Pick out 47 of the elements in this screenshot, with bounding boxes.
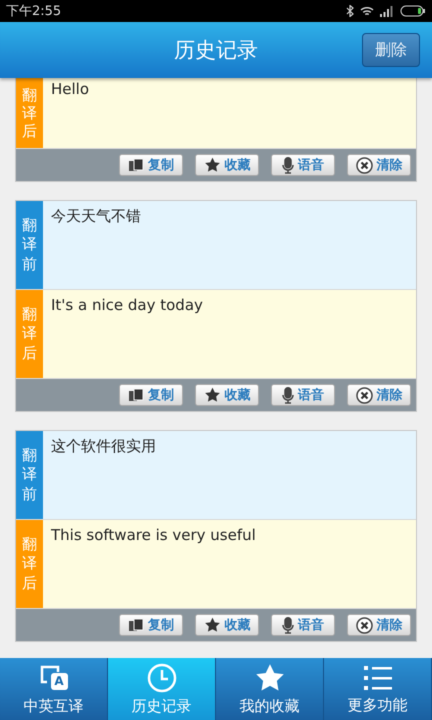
clock-icon [146,662,176,692]
section-label: 翻译后 [16,290,43,378]
clear-button[interactable]: 清除 [347,154,411,176]
voice-button[interactable]: 语音 [271,384,335,406]
section-label: 翻译前 [16,201,43,289]
microphone-icon [282,616,294,634]
star-icon [204,387,220,403]
voice-button[interactable]: 语音 [271,614,335,636]
copy-button[interactable]: 复制 [119,384,183,406]
section-label: 翻译后 [16,78,43,148]
copy-button[interactable]: 复制 [119,614,183,636]
copy-icon [128,158,144,172]
signal-icon [380,6,394,16]
source-text: 今天天气不错 [43,201,416,289]
bluetooth-icon [346,5,354,17]
nav-tab[interactable]: 更多功能 [324,658,432,720]
nav-tab[interactable]: 我的收藏 [216,658,324,720]
translated-text: It's a nice day today [43,290,416,378]
nav-tab[interactable]: 历史记录 [108,658,216,720]
close-icon [356,386,372,404]
translated-text: This software is very useful [43,520,416,608]
copy-icon [128,618,144,632]
section-label: 翻译前 [16,431,43,519]
close-icon [356,616,372,634]
source-text: 这个软件很实用 [43,431,416,519]
favorite-button[interactable]: 收藏 [195,154,259,176]
voice-button[interactable]: 语音 [271,154,335,176]
battery-icon [400,5,426,17]
microphone-icon [282,386,294,404]
translated-text: Hello [43,78,416,148]
status-time: 下午2:55 [6,3,62,20]
microphone-icon [282,156,294,174]
wifi-icon [360,6,374,16]
star-icon [204,617,220,633]
close-icon [356,156,372,174]
section-label: 翻译后 [16,520,43,608]
star-icon [254,662,284,692]
list-icon [362,664,392,692]
copy-icon [128,388,144,402]
page-title: 历史记录 [174,37,258,64]
favorite-button[interactable]: 收藏 [195,384,259,406]
clear-button[interactable]: 清除 [347,384,411,406]
copy-button[interactable]: 复制 [119,154,183,176]
favorite-button[interactable]: 收藏 [195,614,259,636]
clear-button[interactable]: 清除 [347,614,411,636]
delete-button[interactable]: 删除 [362,33,420,67]
star-icon [204,157,220,173]
